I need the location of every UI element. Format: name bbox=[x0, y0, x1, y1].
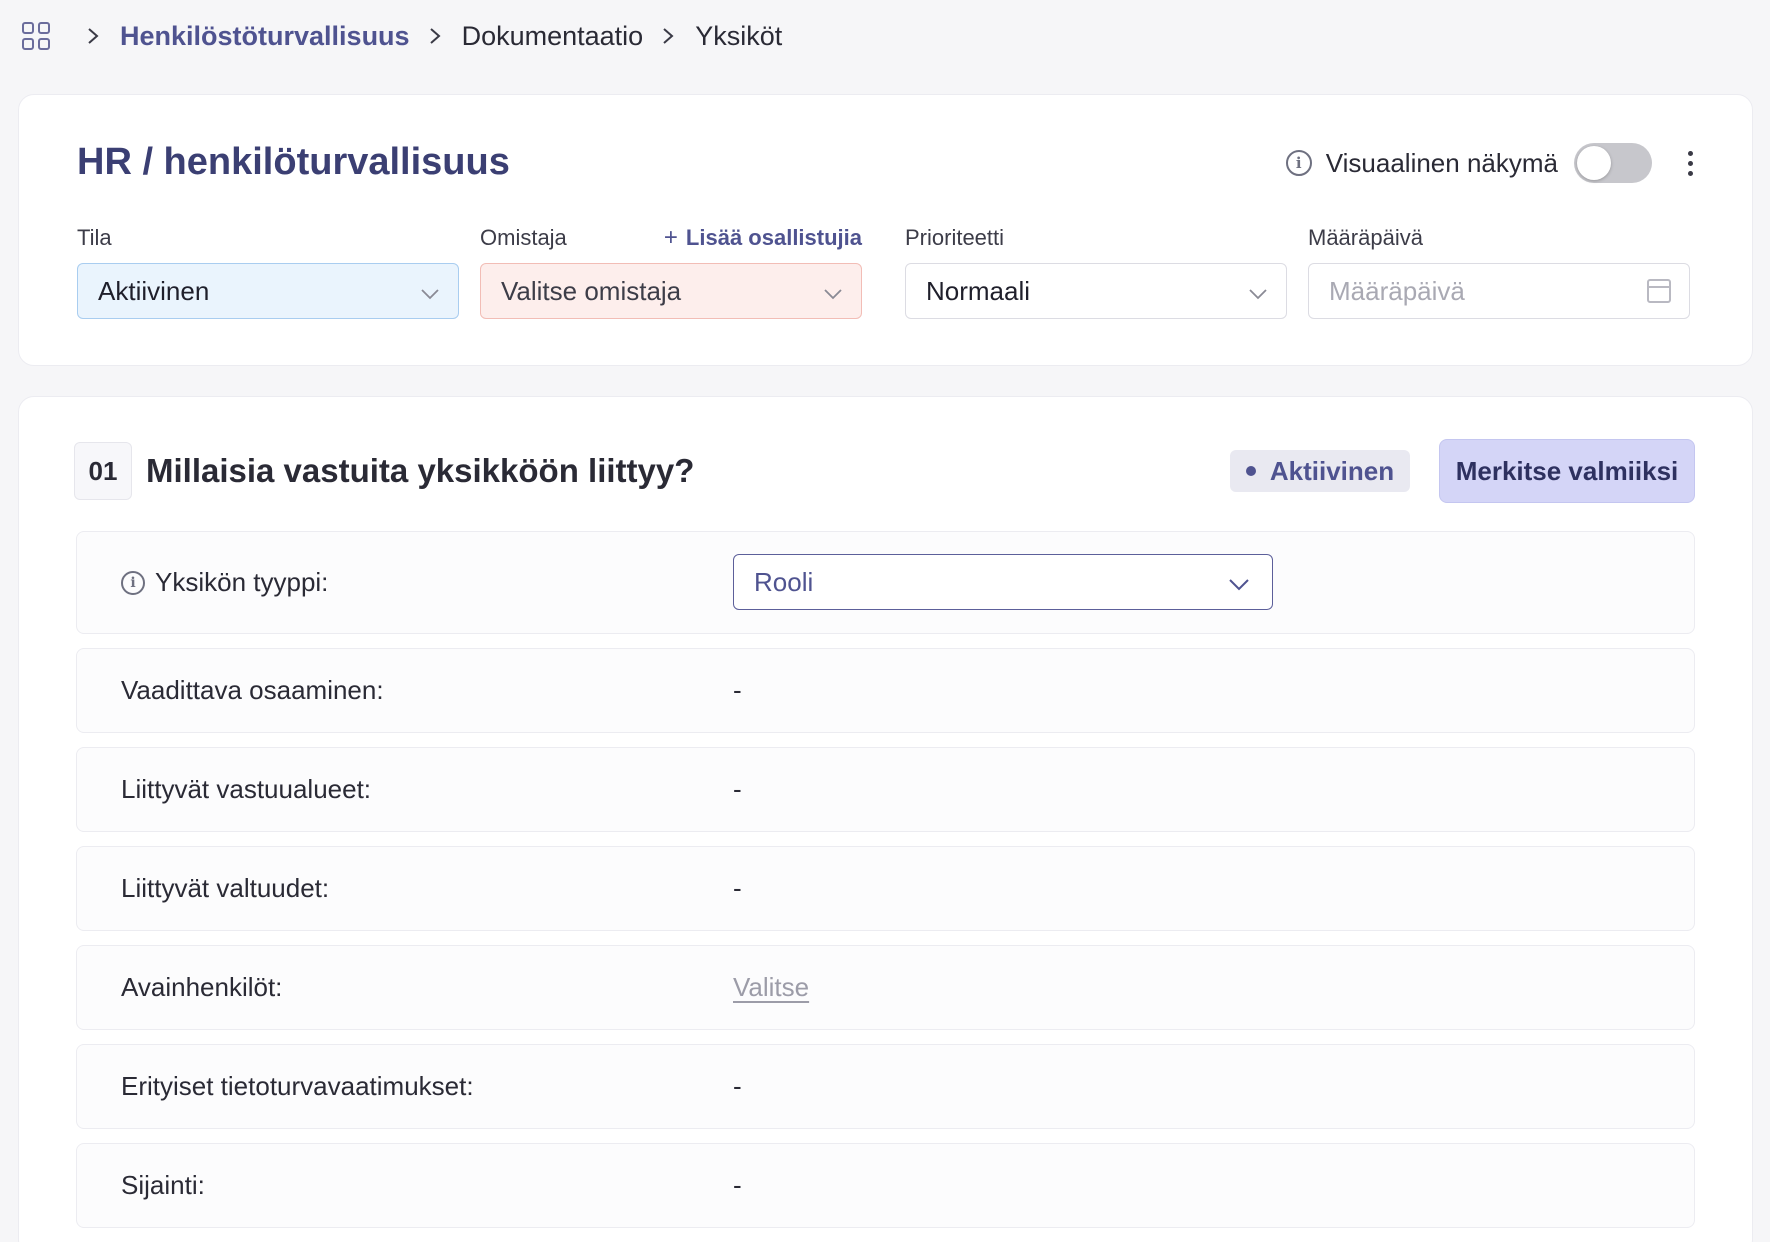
row-label: Sijainti: bbox=[121, 1170, 205, 1200]
visual-view-label: Visuaalinen näkymä bbox=[1325, 147, 1558, 178]
add-participants-link[interactable]: + Lisää osallistujia bbox=[664, 224, 862, 252]
chevron-down-icon bbox=[1248, 276, 1268, 307]
status-value: Aktiivinen bbox=[98, 275, 210, 306]
chevron-down-icon bbox=[1228, 567, 1250, 598]
status-select[interactable]: Aktiivinen bbox=[77, 263, 459, 319]
owner-placeholder: Valitse omistaja bbox=[501, 275, 682, 306]
unit-type-select[interactable]: Rooli bbox=[733, 554, 1273, 610]
owner-label: Omistaja bbox=[480, 225, 567, 250]
row-label: Avainhenkilöt: bbox=[121, 972, 283, 1002]
apps-grid-icon[interactable] bbox=[22, 22, 50, 50]
kebab-menu-icon[interactable] bbox=[1686, 150, 1694, 176]
breadcrumb: Henkilöstöturvallisuus Dokumentaatio Yks… bbox=[22, 18, 782, 54]
due-date-field: Määräpäivä Määräpäivä bbox=[1308, 223, 1690, 319]
owner-field: Omistaja + Lisää osallistujia Valitse om… bbox=[480, 223, 862, 319]
question-number: 01 bbox=[74, 442, 132, 500]
row-label: Liittyvät vastuualueet: bbox=[121, 774, 372, 804]
row-value[interactable]: - bbox=[733, 847, 742, 930]
chevron-down-icon bbox=[420, 276, 440, 307]
row-required-skills: Vaadittava osaaminen: - bbox=[76, 648, 1695, 733]
chevron-right-icon bbox=[661, 26, 675, 46]
row-key-persons: Avainhenkilöt: Valitse bbox=[76, 945, 1695, 1030]
due-date-placeholder: Määräpäivä bbox=[1329, 275, 1465, 306]
priority-field: Prioriteetti Normaali bbox=[905, 223, 1287, 319]
breadcrumb-current: Yksiköt bbox=[695, 20, 783, 51]
question-title: Millaisia vastuita yksikköön liittyy? bbox=[146, 452, 695, 489]
status-field: Tila Aktiivinen bbox=[77, 223, 459, 319]
plus-icon: + bbox=[663, 224, 678, 251]
page-title: HR / henkilöturvallisuus bbox=[77, 141, 510, 183]
priority-label: Prioriteetti bbox=[905, 225, 1005, 250]
info-icon[interactable]: i bbox=[1285, 150, 1312, 176]
due-date-label: Määräpäivä bbox=[1308, 225, 1423, 250]
row-location: Sijainti: - bbox=[76, 1143, 1695, 1228]
due-date-input[interactable]: Määräpäivä bbox=[1308, 263, 1690, 319]
select-key-persons-link[interactable]: Valitse bbox=[733, 972, 809, 1003]
status-badge: Aktiivinen bbox=[1230, 450, 1410, 492]
priority-value: Normaali bbox=[926, 275, 1031, 306]
breadcrumb-link-henkilostoturvallisuus[interactable]: Henkilöstöturvallisuus bbox=[120, 21, 410, 52]
row-value[interactable]: - bbox=[733, 748, 742, 831]
status-label: Tila bbox=[77, 225, 112, 250]
status-badge-label: Aktiivinen bbox=[1269, 455, 1395, 486]
row-label: Erityiset tietoturvavaatimukset: bbox=[121, 1071, 474, 1101]
row-label: Liittyvät valtuudet: bbox=[121, 873, 330, 903]
priority-select[interactable]: Normaali bbox=[905, 263, 1287, 319]
row-related-authorities: Liittyvät valtuudet: - bbox=[76, 846, 1695, 931]
chevron-right-icon bbox=[86, 26, 100, 46]
row-value[interactable]: - bbox=[733, 1045, 742, 1128]
row-security-requirements: Erityiset tietoturvavaatimukset: - bbox=[76, 1044, 1695, 1129]
row-related-areas: Liittyvät vastuualueet: - bbox=[76, 747, 1695, 832]
info-icon[interactable]: i bbox=[121, 570, 145, 595]
breadcrumb-link-dokumentaatio[interactable]: Dokumentaatio bbox=[462, 21, 644, 52]
question-card: 01 Millaisia vastuita yksikköön liittyy?… bbox=[18, 396, 1753, 1242]
row-value[interactable]: - bbox=[733, 649, 742, 732]
unit-type-value: Rooli bbox=[754, 566, 814, 597]
add-participants-label: Lisää osallistujia bbox=[685, 225, 862, 250]
header-actions: i Visuaalinen näkymä bbox=[1285, 143, 1694, 183]
mark-complete-button[interactable]: Merkitse valmiiksi bbox=[1439, 439, 1695, 503]
row-value[interactable]: - bbox=[733, 1144, 742, 1227]
row-label: Yksikön tyyppi: bbox=[155, 567, 329, 597]
owner-select[interactable]: Valitse omistaja bbox=[480, 263, 862, 319]
header-card: HR / henkilöturvallisuus i Visuaalinen n… bbox=[18, 94, 1753, 366]
status-dot bbox=[1245, 466, 1256, 476]
chevron-down-icon bbox=[823, 276, 843, 307]
chevron-right-icon bbox=[428, 26, 442, 46]
visual-view-toggle[interactable] bbox=[1574, 143, 1652, 183]
calendar-icon[interactable] bbox=[1647, 279, 1671, 303]
row-unit-type: i Yksikön tyyppi: Rooli bbox=[76, 531, 1695, 634]
row-label: Vaadittava osaaminen: bbox=[121, 675, 384, 705]
toggle-knob bbox=[1577, 146, 1611, 180]
